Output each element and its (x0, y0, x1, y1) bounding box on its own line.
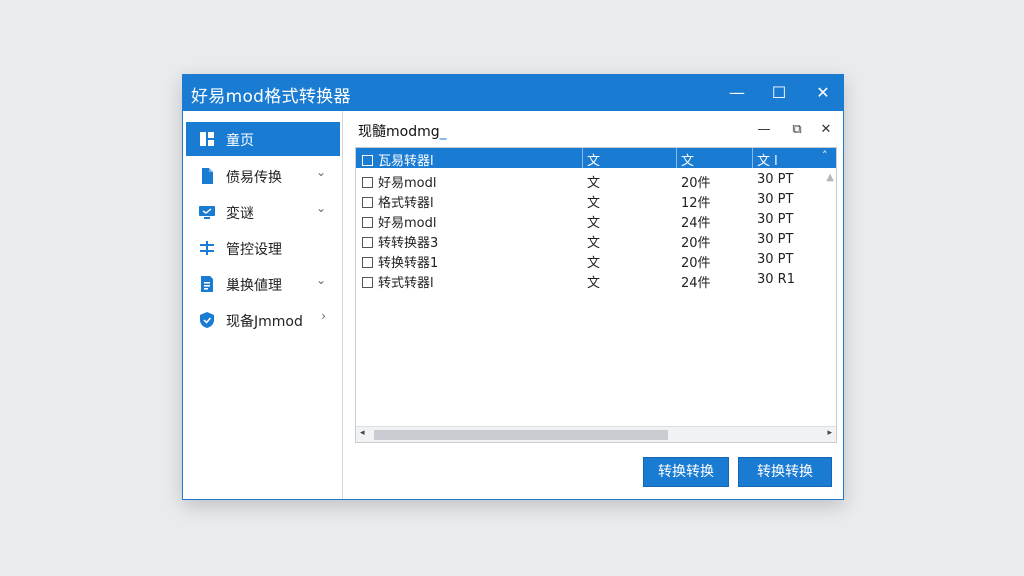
sidebar-item-home[interactable]: 童页 (186, 122, 340, 156)
sidebar-item-easy-convert[interactable]: 偾易传换 ⌄ (186, 159, 340, 193)
sidebar: 童页 偾易传换 ⌄ 変谜 ⌄ 管控设理 巢换値理 ⌄ 现备Jmmod › (183, 111, 343, 499)
scroll-left-arrow-icon[interactable]: ◂ (360, 428, 365, 438)
chevron-down-icon: ⌄ (315, 165, 326, 179)
cell-name: 格式转器l (378, 196, 434, 211)
table-row[interactable]: 好易modl 文 24件 30 PT (356, 210, 836, 231)
window-title: 好易mod格式转换器 (191, 87, 351, 107)
sidebar-item-label: 童页 (226, 133, 254, 149)
row-checkbox[interactable] (362, 237, 373, 248)
column-divider[interactable] (582, 148, 583, 168)
document-split-icon (200, 132, 214, 146)
panel-close-button[interactable]: ✕ (815, 120, 837, 140)
cell-count: 20件 (681, 256, 711, 271)
table-row[interactable]: 格式转器l 文 12件 30 PT (356, 190, 836, 211)
cell-type: 文 (587, 196, 601, 211)
sidebar-item-value-processing[interactable]: 巢换値理 ⌄ (186, 267, 340, 301)
sidebar-item-label: 管控设理 (226, 242, 282, 258)
column-header-type[interactable]: 文 (587, 150, 600, 169)
cell-size: 30 PT (757, 252, 794, 267)
sidebar-item-mod-prepare[interactable]: 现备Jmmod › (186, 303, 340, 337)
cell-name: 好易modl (378, 176, 437, 191)
row-checkbox[interactable] (362, 217, 373, 228)
cell-type: 文 (587, 236, 601, 251)
table-header: 瓦易转器l 文 文 文 l ˄ (356, 148, 836, 169)
horizontal-scrollbar[interactable]: ◂ ▸ (356, 426, 836, 442)
scroll-right-arrow-icon[interactable]: ▸ (827, 428, 832, 438)
window-minimize-button[interactable]: — (723, 81, 751, 105)
cell-type: 文 (587, 256, 601, 271)
cell-type: 文 (587, 276, 601, 291)
cell-count: 20件 (681, 236, 711, 251)
chevron-down-icon: ⌄ (315, 273, 326, 287)
equalizer-icon (200, 241, 214, 255)
column-header-count[interactable]: 文 (681, 150, 694, 169)
column-divider[interactable] (676, 148, 677, 168)
cell-size: 30 PT (757, 212, 794, 227)
scrollbar-thumb[interactable] (374, 430, 668, 440)
file-table: 瓦易转器l 文 文 文 l ˄ 好易modl 文 20件 30 PT 格式转器l… (355, 147, 837, 443)
table-row[interactable]: 转转换器3 文 20件 30 PT (356, 230, 836, 251)
cell-count: 20件 (681, 176, 711, 191)
convert-button-secondary[interactable]: 转换转换 (738, 457, 832, 487)
cell-size: 30 PT (757, 232, 794, 247)
panel-minimize-button[interactable]: — (753, 120, 775, 140)
cell-size: 30 R1 (757, 272, 795, 287)
convert-button-primary[interactable]: 转换转换 (643, 457, 729, 487)
cell-name: 好易modl (378, 216, 437, 231)
cell-count: 12件 (681, 196, 711, 211)
sidebar-item-label: 偾易传换 (226, 170, 282, 186)
table-row[interactable]: 好易modl 文 20件 30 PT (356, 170, 836, 191)
cell-size: 30 PT (757, 192, 794, 207)
chevron-right-icon: › (321, 309, 326, 323)
cell-type: 文 (587, 216, 601, 231)
app-window: 好易mod格式转换器 — ☐ ✕ 童页 偾易传换 ⌄ 変谜 ⌄ 管控设理 巢换値… (182, 74, 844, 500)
chevron-down-icon: ⌄ (315, 201, 326, 215)
text-caret: _ (439, 124, 447, 140)
column-header-size[interactable]: 文 l (757, 150, 778, 169)
monitor-icon (199, 206, 215, 219)
panel-title-text: 现髓modmg (358, 124, 440, 140)
row-checkbox[interactable] (362, 197, 373, 208)
sidebar-item-label: 现备Jmmod (226, 314, 303, 330)
cell-type: 文 (587, 176, 601, 191)
cell-name: 转换转器1 (378, 256, 439, 271)
row-checkbox[interactable] (362, 257, 373, 268)
cell-name: 转式转器l (378, 276, 434, 291)
select-all-checkbox[interactable] (362, 155, 373, 166)
row-checkbox[interactable] (362, 177, 373, 188)
sidebar-item-label: 変谜 (226, 206, 254, 222)
shield-icon (200, 312, 214, 328)
cell-count: 24件 (681, 276, 711, 291)
column-header-label: 瓦易转器l (378, 154, 434, 169)
cell-name: 转转换器3 (378, 236, 439, 251)
row-checkbox[interactable] (362, 277, 373, 288)
sidebar-item-label: 巢换値理 (226, 278, 282, 294)
window-close-button[interactable]: ✕ (809, 81, 837, 105)
column-header-name[interactable]: 瓦易转器l (362, 150, 434, 169)
column-divider[interactable] (752, 148, 753, 168)
scroll-up-arrow-icon[interactable]: ▲ (826, 172, 834, 183)
cell-count: 24件 (681, 216, 711, 231)
panel-restore-button[interactable]: ⧉ (786, 120, 808, 140)
cell-size: 30 PT (757, 172, 794, 187)
file-icon (202, 168, 213, 184)
table-row[interactable]: 转换转器1 文 20件 30 PT (356, 250, 836, 271)
panel-title: 现髓modmg_ (358, 121, 447, 141)
window-maximize-button[interactable]: ☐ (765, 81, 793, 105)
sidebar-item-management[interactable]: 管控设理 (186, 231, 340, 265)
table-row[interactable]: 转式转器l 文 24件 30 R1 (356, 270, 836, 291)
sort-indicator-icon[interactable]: ˄ (822, 149, 828, 162)
sidebar-item-change[interactable]: 変谜 ⌄ (186, 195, 340, 229)
title-bar: 好易mod格式转换器 — ☐ ✕ (183, 75, 843, 111)
document-list-icon (201, 276, 213, 292)
